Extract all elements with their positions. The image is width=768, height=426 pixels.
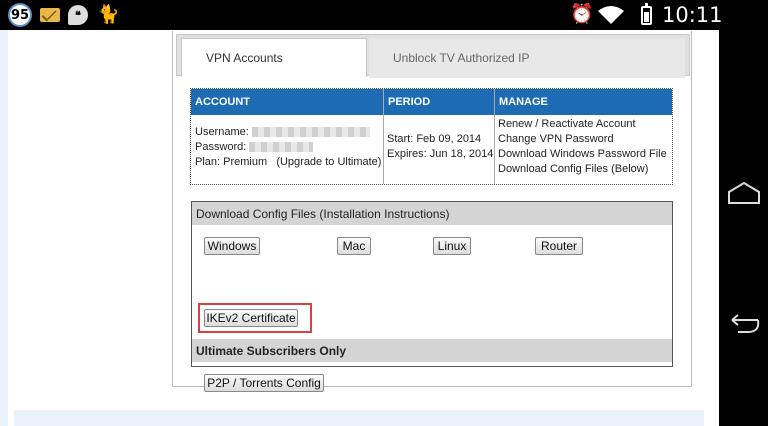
header-account: ACCOUNT [195, 96, 250, 108]
column-divider [383, 89, 384, 184]
back-icon[interactable] [726, 314, 762, 338]
accounts-table: ACCOUNT PERIOD MANAGE Username: Password… [190, 88, 673, 185]
button-label: Windows [207, 239, 257, 253]
button-label: IKEv2 Certificate [206, 311, 296, 325]
wifi-icon [598, 6, 624, 24]
tab-label: VPN Accounts [206, 51, 283, 65]
navigation-bar [719, 30, 768, 426]
download-config-heading: Download Config Files (Installation Inst… [192, 202, 672, 225]
username-redacted [251, 127, 370, 138]
button-label: Linux [437, 239, 467, 253]
download-config-box: Download Config Files (Installation Inst… [191, 201, 673, 392]
alarm-icon: ⏰ [570, 3, 594, 25]
router-button[interactable]: Router [535, 237, 583, 255]
renew-link[interactable]: Renew / Reactivate Account [498, 117, 667, 132]
button-label: Mac [342, 239, 366, 253]
tab-label: Unblock TV Authorized IP [393, 51, 530, 65]
battery-icon [641, 3, 652, 25]
ultimate-heading: Ultimate Subscribers Only [192, 339, 672, 362]
ikev2-certificate-button[interactable]: IKEv2 Certificate [204, 309, 298, 327]
start-date: Start: Feb 09, 2014 [387, 133, 482, 145]
installation-instructions-link[interactable]: (Installation Instructions) [319, 207, 449, 221]
home-icon[interactable] [726, 180, 762, 208]
cat-icon: 🐈 [97, 4, 120, 25]
button-label: Router [540, 239, 578, 253]
download-password-file-link[interactable]: Download Windows Password File [498, 147, 667, 162]
download-heading-text: Download Config Files [196, 207, 317, 221]
button-label: P2P / Torrents Config [207, 376, 321, 390]
password-label: Password: [195, 141, 247, 153]
hangouts-icon: ❝ [68, 5, 88, 25]
username-label: Username: [195, 126, 249, 138]
expires-date: Expires: Jun 18, 2014 [387, 148, 494, 160]
accounts-header-row: ACCOUNT PERIOD MANAGE [191, 89, 672, 115]
tab-unblock-tv[interactable]: Unblock TV Authorized IP [369, 38, 685, 78]
page-footer-strip [14, 410, 704, 426]
tab-bar: VPN Accounts Unblock TV Authorized IP [176, 34, 690, 78]
password-redacted [249, 142, 314, 153]
account-details: Username: Password: Plan: Premium (Upgra… [195, 125, 381, 170]
header-manage: MANAGE [499, 96, 548, 108]
linux-button[interactable]: Linux [433, 237, 471, 255]
plan-text: Plan: Premium [195, 156, 268, 168]
clock-time: 10:11 [662, 3, 723, 27]
p2p-torrents-button[interactable]: P2P / Torrents Config [204, 374, 324, 392]
mac-button[interactable]: Mac [337, 237, 371, 255]
column-divider [494, 89, 495, 184]
badge-icon: 95 [8, 3, 32, 27]
upgrade-link[interactable]: (Upgrade to Ultimate) [276, 156, 381, 168]
status-bar: 95 ❝ 🐈 ⏰ 10:11 [0, 0, 768, 30]
badge-count: 95 [10, 7, 30, 23]
ultimate-heading-text: Ultimate Subscribers Only [196, 344, 347, 358]
header-period: PERIOD [388, 96, 431, 108]
tab-vpn-accounts[interactable]: VPN Accounts [181, 38, 367, 77]
manage-links: Renew / Reactivate Account Change VPN Pa… [498, 117, 667, 177]
mail-icon [40, 8, 60, 22]
download-config-link[interactable]: Download Config Files (Below) [498, 162, 667, 177]
android-screen: 95 ❝ 🐈 ⏰ 10:11 VPN Accounts Unblock TV A… [0, 0, 768, 426]
period-details: Start: Feb 09, 2014 Expires: Jun 18, 201… [387, 132, 493, 162]
web-viewport[interactable]: VPN Accounts Unblock TV Authorized IP AC… [0, 30, 719, 426]
page-gutter [0, 30, 8, 426]
windows-button[interactable]: Windows [204, 237, 260, 255]
change-password-link[interactable]: Change VPN Password [498, 132, 667, 147]
